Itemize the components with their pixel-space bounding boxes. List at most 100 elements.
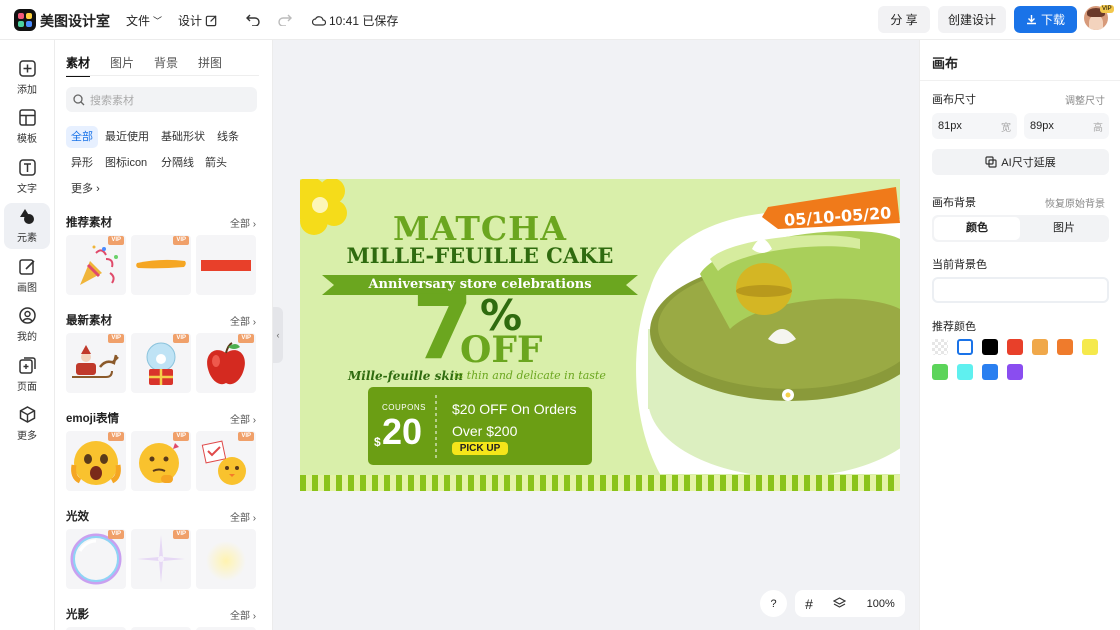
chip-lines[interactable]: 线条 [212,126,244,148]
swatch-yellow[interactable] [1082,339,1098,355]
height-unit: 高 [1093,122,1103,134]
ai-resize-button[interactable]: AI尺寸延展 [932,149,1109,175]
rail-item-templates[interactable]: 模板 [4,104,50,150]
current-bg-color-field[interactable] [932,277,1109,303]
height-value: 89px [1030,120,1054,132]
rail-label: 添加 [17,85,37,96]
redo-icon[interactable] [278,13,292,26]
app-logo[interactable] [14,9,36,31]
rail-item-text[interactable]: 文字 [4,154,50,200]
swatch-orange[interactable] [1057,339,1073,355]
app-name[interactable]: 美图设计室 [40,11,110,31]
see-all-link[interactable]: 全部 › [230,509,256,524]
recommended-colors-label: 推荐颜色 [932,321,976,333]
rail-item-mine[interactable]: 我的 [4,302,50,348]
asset-yellow-stroke[interactable]: VIP [131,235,191,295]
asset-glow[interactable] [196,529,256,589]
tab-materials[interactable]: 素材 [66,54,91,77]
see-all-link[interactable]: 全部 › [230,313,256,328]
help-button[interactable]: ? [760,590,787,617]
vip-tag: VIP [173,530,189,539]
section-title-recommended: 推荐素材 [66,217,112,229]
design-off-text: OFF [460,329,543,371]
swatch-cyan[interactable] [957,364,973,380]
asset-party-popper[interactable]: VIP [66,235,126,295]
asset-red-bar[interactable] [196,235,256,295]
undo-icon[interactable] [246,13,260,26]
restore-bg-link[interactable]: 恢复原始背景 [1045,195,1105,210]
rail-label: 我的 [17,332,37,343]
swatch-purple[interactable] [1007,364,1023,380]
grid-icon[interactable]: # [805,596,813,612]
search-placeholder: 搜索素材 [90,94,134,107]
asset-thinking-emoji[interactable]: VIP [131,431,191,491]
current-bg-label: 当前背景色 [932,259,987,271]
shapes-icon [20,209,34,224]
save-status: 10:41 已保存 [312,12,398,29]
see-all-link[interactable]: 全部 › [230,215,256,230]
chevron-down-icon: ﹀ [153,16,163,26]
swatch-black[interactable] [982,339,998,355]
swatch-red[interactable] [1007,339,1023,355]
design-ribbon-text: Anniversary store celebrations [368,277,592,292]
tab-images[interactable]: 图片 [110,54,134,77]
collapse-panel-button[interactable]: ‹ [273,307,283,363]
asset-snow-globe[interactable]: VIP [131,333,191,393]
chip-all[interactable]: 全部 [66,126,98,148]
see-all-link[interactable]: 全部 › [230,607,256,622]
chip-irregular[interactable]: 异形 [66,152,98,174]
chip-dividers[interactable]: 分隔线 [156,152,199,174]
panel-title: 画布 [932,56,959,71]
text-icon [18,159,36,176]
vip-tag: VIP [173,236,189,245]
asset-shocked-emoji[interactable]: VIP [66,431,126,491]
zoom-level[interactable]: 100% [867,598,895,610]
bg-tab-image[interactable]: 图片 [1021,217,1107,240]
asset-santa-sleigh[interactable]: VIP [66,333,126,393]
search-input[interactable]: 搜索素材 [66,87,257,112]
swatch-light-orange[interactable] [1032,339,1048,355]
canvas-bg-label: 画布背景 [932,197,976,209]
rail-item-more[interactable]: 更多 [4,401,50,447]
rail-item-add[interactable]: 添加 [4,55,50,101]
tab-collage[interactable]: 拼图 [198,54,222,77]
swatch-green[interactable] [932,364,948,380]
swatch-transparent[interactable] [932,339,948,355]
chip-basic-shapes[interactable]: 基础形状 [156,126,210,148]
design-menu[interactable]: 设计 [178,12,218,29]
create-design-button[interactable]: 创建设计 [938,6,1006,33]
chip-arrows[interactable]: 箭头 [200,152,232,174]
section-title-light-effects: 光效 [66,511,89,523]
section-title-newest: 最新素材 [66,315,112,327]
coupon-line-1: $20 OFF On Orders [452,401,577,417]
width-field[interactable]: 81px 宽 [932,113,1017,139]
share-button[interactable]: 分 享 [878,6,930,33]
coupon-cta: PICK UP [459,443,501,454]
resize-link[interactable]: 调整尺寸 [1065,92,1105,107]
rail-item-draw[interactable]: 画图 [4,253,50,299]
asset-sparkle[interactable]: VIP [131,529,191,589]
height-field[interactable]: 89px 高 [1024,113,1109,139]
save-status-text: 10:41 已保存 [329,14,399,28]
asset-red-apple[interactable]: VIP [196,333,256,393]
help-label: ? [770,597,777,610]
divider [920,80,1120,81]
asset-bubble[interactable]: VIP [66,529,126,589]
download-label: 下载 [1040,13,1065,27]
asset-chick-sign[interactable]: VIP [196,431,256,491]
rail-item-pages[interactable]: 页面 [4,352,50,398]
file-menu[interactable]: 文件 ﹀ [126,12,162,29]
layers-icon[interactable] [833,597,847,610]
swatch-white[interactable] [957,339,973,355]
chip-recent[interactable]: 最近使用 [100,126,154,148]
chip-icons[interactable]: 图标icon [100,152,152,174]
download-button[interactable]: 下载 [1014,6,1077,33]
vip-tag: VIP [108,530,124,539]
rail-item-elements[interactable]: 元素 [4,203,50,249]
bg-tab-color[interactable]: 颜色 [934,217,1020,240]
tab-backgrounds[interactable]: 背景 [154,54,178,77]
see-all-link[interactable]: 全部 › [230,411,256,426]
swatch-blue[interactable] [982,364,998,380]
chip-more[interactable]: 更多 › [66,178,105,200]
design-canvas[interactable]: MATCHA MILLE-FEUILLE CAKE Anniversary st… [300,179,900,491]
